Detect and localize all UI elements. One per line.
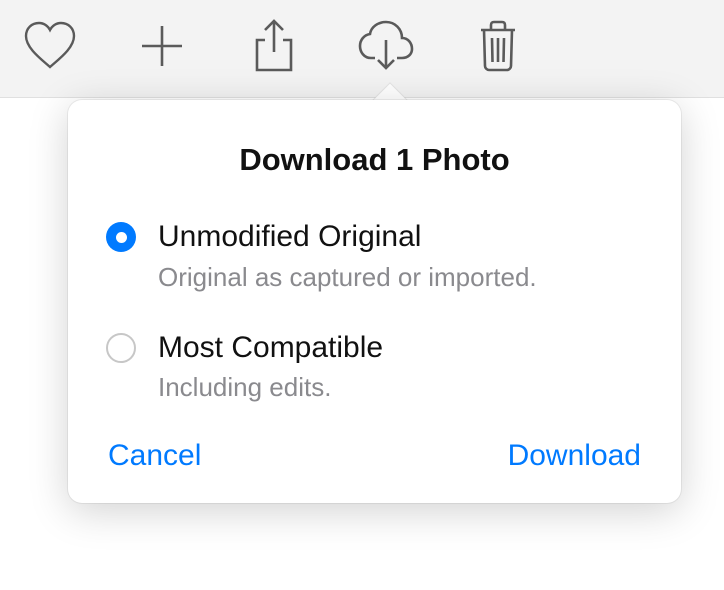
share-icon xyxy=(252,18,296,79)
download-popover: Download 1 Photo Unmodified Original Ori… xyxy=(68,100,681,503)
cancel-button[interactable]: Cancel xyxy=(108,439,201,473)
option-unmodified-original[interactable]: Unmodified Original Original as captured… xyxy=(106,218,643,293)
radio-selected-icon xyxy=(106,222,136,252)
option-label: Most Compatible xyxy=(158,329,383,367)
option-most-compatible[interactable]: Most Compatible Including edits. xyxy=(106,329,643,404)
option-text: Unmodified Original Original as captured… xyxy=(158,218,537,293)
option-description: Including edits. xyxy=(158,372,383,403)
share-button[interactable] xyxy=(244,19,304,79)
button-row: Cancel Download xyxy=(106,439,643,473)
popover-arrow xyxy=(371,82,409,102)
download-button[interactable] xyxy=(356,19,416,79)
download-confirm-button[interactable]: Download xyxy=(508,439,641,473)
favorite-button[interactable] xyxy=(20,19,80,79)
heart-icon xyxy=(23,21,77,76)
plus-icon xyxy=(138,22,186,75)
toolbar xyxy=(0,0,724,98)
option-label: Unmodified Original xyxy=(158,218,537,256)
download-cloud-icon xyxy=(357,20,415,77)
radio-unselected-icon xyxy=(106,333,136,363)
popover-title: Download 1 Photo xyxy=(106,142,643,178)
option-description: Original as captured or imported. xyxy=(158,262,537,293)
trash-icon xyxy=(477,20,519,77)
add-button[interactable] xyxy=(132,19,192,79)
delete-button[interactable] xyxy=(468,19,528,79)
option-text: Most Compatible Including edits. xyxy=(158,329,383,404)
